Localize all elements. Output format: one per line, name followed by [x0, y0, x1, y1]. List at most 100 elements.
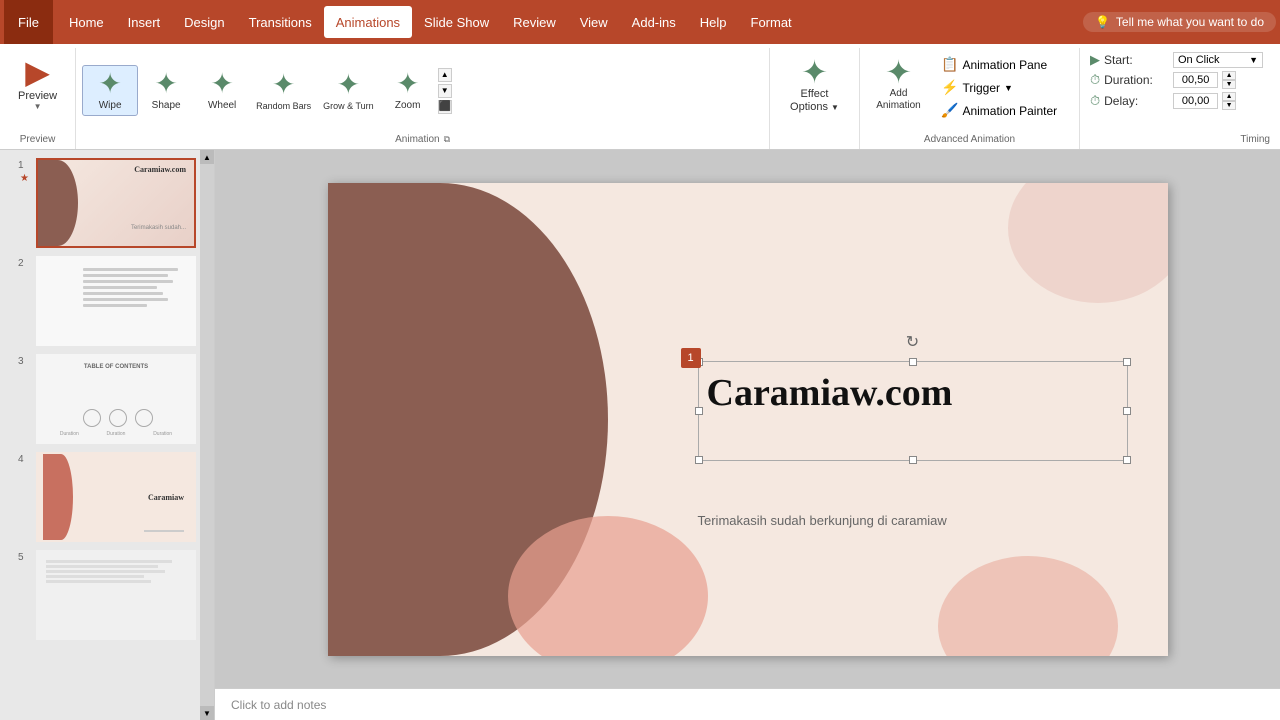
advanced-animation-group: ✦ AddAnimation 📋 Animation Pane ⚡ Trigge… [860, 48, 1080, 149]
animation-wipe[interactable]: ✦ Wipe [82, 65, 138, 116]
animation-expand-icon[interactable]: ⧉ [444, 134, 450, 145]
effect-options-label: EffectOptions ▼ [790, 88, 839, 114]
add-animation-label: AddAnimation [876, 88, 920, 112]
review-tab[interactable]: Review [501, 6, 568, 38]
slide-thumb-1[interactable]: Caramiaw.com Terimakasih sudah... [36, 158, 196, 248]
slide-canvas[interactable]: ↻ 1 Caramiaw.com Terimakasih sudah berku… [328, 183, 1168, 656]
rotate-handle[interactable]: ↻ [906, 332, 919, 352]
main-title-text: Caramiaw.com [707, 374, 953, 412]
effect-options-button[interactable]: ✦ EffectOptions ▼ [782, 52, 847, 118]
handle-top-right[interactable] [1123, 358, 1131, 366]
lightbulb-icon: 💡 [1095, 15, 1110, 29]
duration-input[interactable] [1173, 72, 1218, 88]
animation-wheel[interactable]: ✦ Wheel [194, 66, 250, 115]
scroll-down-button[interactable]: ▼ [438, 84, 452, 98]
main-area: 1 ★ Caramiaw.com Terimakasih sudah... [0, 150, 1280, 720]
delay-label: Delay: [1104, 94, 1169, 108]
tell-me-label: Tell me what you want to do [1116, 15, 1264, 29]
animation-number-badge: 1 [681, 348, 701, 368]
animation-painter-label: Animation Painter [962, 104, 1057, 118]
insert-tab[interactable]: Insert [116, 6, 173, 38]
handle-top-middle[interactable] [909, 358, 917, 366]
thumb4-content: Caramiaw [38, 454, 194, 540]
slide-thumb-4[interactable]: Caramiaw [36, 452, 196, 542]
help-tab[interactable]: Help [688, 6, 739, 38]
delay-input[interactable] [1173, 93, 1218, 109]
slide-thumb-2[interactable] [36, 256, 196, 346]
trigger-button[interactable]: ⚡ Trigger ▼ [935, 77, 1063, 98]
animation-pane-label: Animation Pane [962, 58, 1047, 72]
delay-spin-up[interactable]: ▲ [1222, 92, 1236, 101]
handle-bottom-middle[interactable] [909, 456, 917, 464]
preview-group: ▶ Preview ▼ Preview [0, 48, 76, 149]
duration-icon: ⏱ [1090, 72, 1100, 88]
slide-item-3[interactable]: 3 TABLE OF CONTENTS Duration [10, 354, 190, 444]
preview-dropdown-icon[interactable]: ▼ [34, 102, 42, 111]
peach-bottom-blob [938, 556, 1118, 656]
slide-item-5[interactable]: 5 [10, 550, 190, 640]
canvas-wrapper: ↻ 1 Caramiaw.com Terimakasih sudah berku… [215, 150, 1280, 688]
advanced-group-label: Advanced Animation [924, 134, 1015, 145]
slide-thumb-3[interactable]: TABLE OF CONTENTS Duration Duration Dura… [36, 354, 196, 444]
handle-middle-left[interactable] [695, 407, 703, 415]
animations-tab[interactable]: Animations [324, 6, 412, 38]
handle-bottom-right[interactable] [1123, 456, 1131, 464]
home-tab[interactable]: Home [57, 6, 116, 38]
advanced-items: ✦ AddAnimation 📋 Animation Pane ⚡ Trigge… [860, 48, 1079, 121]
start-select[interactable]: On Click ▼ [1173, 52, 1263, 68]
wheel-icon: ✦ [210, 70, 233, 98]
notes-bar[interactable]: Click to add notes [215, 688, 1280, 720]
slide-num-5: 5 [18, 552, 30, 563]
timing-group: ▶ Start: On Click ▼ ⏱ Duration: ▲ ▼ ⏱ De… [1080, 48, 1280, 149]
trigger-label: Trigger [962, 81, 1000, 95]
canvas-area: ↻ 1 Caramiaw.com Terimakasih sudah berku… [215, 150, 1280, 720]
preview-button[interactable]: ▶ Preview ▼ [10, 52, 65, 115]
add-animation-button[interactable]: ✦ AddAnimation [866, 52, 931, 116]
file-tab[interactable]: File [4, 0, 53, 44]
scroll-up-button[interactable]: ▲ [438, 68, 452, 82]
animation-pane-button[interactable]: 📋 Animation Pane [935, 54, 1063, 75]
slide-item-2[interactable]: 2 [10, 256, 190, 346]
shape-label: Shape [152, 100, 181, 111]
addins-tab[interactable]: Add-ins [620, 6, 688, 38]
notes-placeholder: Click to add notes [231, 698, 326, 712]
slide-thumb-5[interactable] [36, 550, 196, 640]
view-tab[interactable]: View [568, 6, 620, 38]
slide-num-3: 3 [18, 356, 30, 367]
slide-num-2: 2 [18, 258, 30, 269]
animation-grow-turn[interactable]: ✦ Grow & Turn [317, 67, 380, 115]
slide-item-1[interactable]: 1 ★ Caramiaw.com Terimakasih sudah... [10, 158, 190, 248]
duration-spin-up[interactable]: ▲ [1222, 71, 1236, 80]
slide-scrollbar[interactable]: ▲ ▼ [200, 150, 214, 720]
duration-spinner: ▲ ▼ [1222, 71, 1236, 89]
effect-options-icon: ✦ [801, 56, 828, 88]
start-dropdown-icon: ▼ [1249, 55, 1258, 65]
add-animation-icon: ✦ [885, 56, 912, 88]
slide-item-4[interactable]: 4 Caramiaw [10, 452, 190, 542]
delay-spin-down[interactable]: ▼ [1222, 101, 1236, 110]
format-tab[interactable]: Format [739, 6, 804, 38]
thumb2-content [38, 258, 194, 344]
slide-panel: 1 ★ Caramiaw.com Terimakasih sudah... [0, 150, 215, 720]
duration-spin-down[interactable]: ▼ [1222, 80, 1236, 89]
animation-random-bars[interactable]: ✦ Random Bars [250, 67, 317, 115]
subtitle-text: Terimakasih sudah berkunjung di caramiaw [698, 513, 947, 528]
scroll-more-button[interactable]: ⬛ [438, 100, 452, 114]
shape-icon: ✦ [154, 70, 177, 98]
pink-top-blob [1008, 183, 1168, 303]
duration-label: Duration: [1104, 73, 1169, 87]
slideshow-tab[interactable]: Slide Show [412, 6, 501, 38]
handle-middle-right[interactable] [1123, 407, 1131, 415]
animation-painter-button[interactable]: 🖌️ Animation Painter [935, 100, 1063, 121]
transitions-tab[interactable]: Transitions [237, 6, 324, 38]
animation-painter-icon: 🖌️ [941, 102, 958, 119]
design-tab[interactable]: Design [172, 6, 236, 38]
slide-scroll-up[interactable]: ▲ [200, 150, 214, 164]
grow-turn-label: Grow & Turn [323, 101, 374, 111]
slide-scroll-down[interactable]: ▼ [200, 706, 214, 720]
tell-me-search[interactable]: 💡 Tell me what you want to do [1083, 12, 1276, 32]
animation-zoom[interactable]: ✦ Zoom [380, 66, 436, 115]
selected-text-box[interactable]: ↻ 1 Caramiaw.com [698, 361, 1128, 461]
handle-bottom-left[interactable] [695, 456, 703, 464]
animation-shape[interactable]: ✦ Shape [138, 66, 194, 115]
